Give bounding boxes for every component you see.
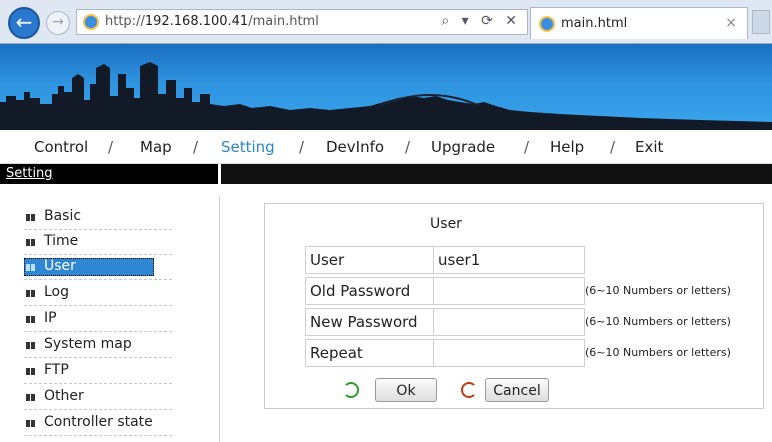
sidebar-item-label: FTP xyxy=(44,362,69,378)
browser-tab[interactable]: main.html × xyxy=(530,7,748,39)
new-password-row: New Password xyxy=(305,308,585,336)
row-divider xyxy=(433,278,434,304)
section-title: Setting xyxy=(0,164,218,184)
bullet-icon xyxy=(26,394,36,401)
sidebar-item-system-map[interactable]: System map xyxy=(24,334,172,358)
nav-control[interactable]: Control xyxy=(34,138,88,156)
row-divider xyxy=(433,340,434,366)
nav-separator: / xyxy=(610,138,616,156)
nav-separator: / xyxy=(108,138,114,156)
repeat-label: Repeat xyxy=(310,344,363,362)
tab-title: main.html xyxy=(561,16,628,31)
nav-help[interactable]: Help xyxy=(550,138,584,156)
sidebar-item-ftp[interactable]: FTP xyxy=(24,360,172,384)
form-title: User xyxy=(430,216,462,232)
sidebar-item-basic[interactable]: Basic xyxy=(24,206,172,230)
sidebar-item-label: Other xyxy=(44,388,84,404)
browser-toolbar: ← → http://192.168.100.41/main.html ⌕ ▾ … xyxy=(0,0,772,44)
bullet-icon xyxy=(26,239,36,246)
nav-devinfo[interactable]: DevInfo xyxy=(326,138,384,156)
bullet-icon xyxy=(26,214,36,221)
ie-icon xyxy=(83,14,99,30)
sidebar-item-other[interactable]: Other xyxy=(24,386,172,410)
city-skyline-image xyxy=(0,62,772,130)
new-password-label: New Password xyxy=(310,313,418,331)
ok-button[interactable]: Ok xyxy=(375,378,437,402)
main-nav: Control / Map / Setting / DevInfo / Upgr… xyxy=(0,130,772,164)
nav-separator: / xyxy=(405,138,411,156)
sidebar-item-log[interactable]: Log xyxy=(24,282,172,306)
nav-exit[interactable]: Exit xyxy=(635,138,663,156)
sidebar-item-label: Controller state xyxy=(44,414,153,430)
user-input[interactable] xyxy=(436,249,582,271)
tab-favicon-icon xyxy=(539,16,555,32)
cancel-button[interactable]: Cancel xyxy=(485,378,549,402)
ok-arrow-icon xyxy=(343,382,359,398)
sidebar-item-label: User xyxy=(44,258,76,274)
cancel-arrow-icon xyxy=(461,382,477,398)
back-button[interactable]: ← xyxy=(8,7,40,39)
nav-separator: / xyxy=(524,138,530,156)
header-banner xyxy=(0,44,772,130)
section-divider xyxy=(218,164,221,184)
section-bar: Setting xyxy=(0,164,772,184)
sidebar-item-label: System map xyxy=(44,336,132,352)
nav-separator: / xyxy=(299,138,305,156)
bullet-icon xyxy=(26,290,36,297)
old-password-hint: (6~10 Numbers or letters) xyxy=(585,284,731,297)
old-password-input[interactable] xyxy=(436,280,582,302)
nav-upgrade[interactable]: Upgrade xyxy=(431,138,495,156)
repeat-row: Repeat xyxy=(305,339,585,367)
user-row: User xyxy=(305,246,585,274)
forward-button[interactable]: → xyxy=(46,11,70,35)
repeat-password-input[interactable] xyxy=(436,342,582,364)
sidebar-item-user[interactable]: User xyxy=(24,256,172,280)
settings-sidebar: Basic Time User Log IP System map FTP Ot… xyxy=(0,196,220,442)
nav-separator: / xyxy=(193,138,199,156)
old-password-label: Old Password xyxy=(310,282,411,300)
old-password-row: Old Password xyxy=(305,277,585,305)
sidebar-item-label: Basic xyxy=(44,208,82,224)
bullet-icon xyxy=(26,420,36,427)
new-password-hint: (6~10 Numbers or letters) xyxy=(585,315,731,328)
user-label: User xyxy=(310,251,345,269)
bullet-icon xyxy=(26,368,36,375)
sidebar-item-label: Time xyxy=(44,233,79,249)
bullet-icon xyxy=(26,264,36,271)
sidebar-item-time[interactable]: Time xyxy=(24,231,172,255)
sidebar-item-label: Log xyxy=(44,284,70,300)
sidebar-item-label: IP xyxy=(44,310,57,326)
new-password-input[interactable] xyxy=(436,311,582,333)
search-refresh-stop-icons[interactable]: ⌕ ▾ ⟳ ✕ xyxy=(441,13,521,29)
tab-close-icon[interactable]: × xyxy=(725,15,737,31)
new-tab-button[interactable] xyxy=(752,10,770,34)
bullet-icon xyxy=(26,316,36,323)
sidebar-item-ip[interactable]: IP xyxy=(24,308,172,332)
sidebar-item-controller-state[interactable]: Controller state xyxy=(24,412,172,436)
address-url: http://192.168.100.41/main.html xyxy=(105,14,319,29)
nav-setting[interactable]: Setting xyxy=(221,138,275,156)
row-divider xyxy=(433,309,434,335)
nav-map[interactable]: Map xyxy=(140,138,172,156)
bullet-icon xyxy=(26,342,36,349)
row-divider xyxy=(433,247,434,273)
repeat-hint: (6~10 Numbers or letters) xyxy=(585,346,731,359)
address-bar[interactable]: http://192.168.100.41/main.html ⌕ ▾ ⟳ ✕ xyxy=(76,9,528,35)
user-form-panel: User User Old Password (6~10 Numbers or … xyxy=(264,203,764,409)
